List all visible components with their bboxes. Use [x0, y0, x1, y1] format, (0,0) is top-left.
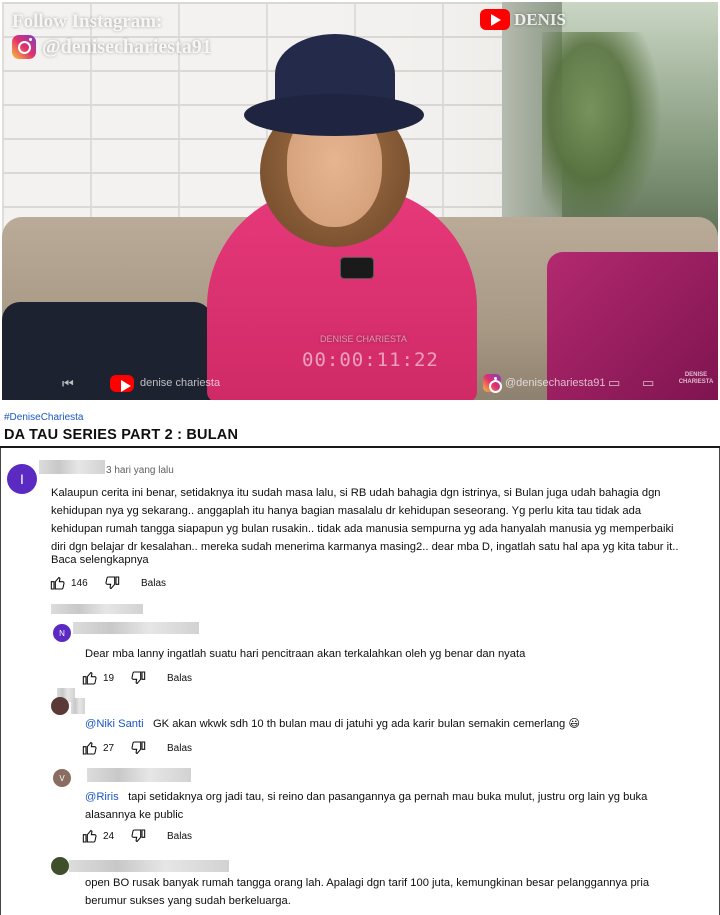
- like-icon[interactable]: [81, 670, 99, 686]
- comment-line: open BO rusak banyak rumah tangga orang …: [85, 877, 650, 889]
- bottom-ig-handle: @denisechariesta91: [505, 377, 606, 389]
- video-controls: ⏮ denise chariesta @denisechariesta91 ▭ …: [2, 370, 718, 400]
- read-more-link[interactable]: Baca selengkapnya: [51, 554, 149, 566]
- like-icon[interactable]: [81, 740, 99, 756]
- comment-line: tapi setidaknya org jadi tau, si reino d…: [128, 791, 648, 803]
- comment-text: open BO rusak banyak rumah tangga orang …: [85, 874, 705, 910]
- comments-section: I 3 hari yang lalu Kalaupun cerita ini b…: [0, 448, 720, 915]
- overlay-follow-text: Follow Instagram:: [12, 11, 163, 32]
- reply-button[interactable]: Balas: [167, 831, 192, 842]
- commenter-name-blurred[interactable]: [87, 768, 191, 782]
- overlay-ig-handle: @denisechariesta91: [42, 36, 212, 58]
- comment-line: diri dgn belajar dr kesalahan.. mereka s…: [51, 541, 679, 553]
- commenter-name-blurred[interactable]: [39, 460, 105, 474]
- avatar[interactable]: V: [53, 769, 71, 787]
- like-icon[interactable]: [49, 575, 67, 591]
- dislike-icon[interactable]: [103, 575, 121, 591]
- watermark-channel: DENISE CHARIESTA: [320, 334, 407, 344]
- overlay-channel-top: DENIS: [514, 10, 566, 29]
- like-count: 24: [103, 830, 115, 842]
- reply-button[interactable]: Balas: [167, 673, 192, 684]
- comment-actions: 146 Balas: [49, 574, 166, 592]
- comment-line: kehidupan rumah tangga siapapun yg bulan…: [51, 523, 674, 535]
- dislike-icon[interactable]: [129, 828, 147, 844]
- instagram-small-icon: [483, 374, 502, 393]
- avatar[interactable]: I: [7, 464, 37, 494]
- commenter-name-blurred[interactable]: [51, 604, 143, 614]
- commenter-name-blurred[interactable]: [69, 860, 229, 872]
- dislike-icon[interactable]: [129, 670, 147, 686]
- comment-line: alasannya ke public: [85, 809, 184, 821]
- avatar[interactable]: [51, 697, 69, 715]
- comment-actions: 24 Balas: [81, 827, 192, 845]
- like-count: 27: [103, 742, 115, 754]
- commenter-name-blurred[interactable]: [71, 698, 85, 714]
- video-background-plant: [542, 32, 662, 232]
- like-icon[interactable]: [81, 828, 99, 844]
- comment-actions: 27 Balas: [81, 739, 192, 757]
- mention-link[interactable]: @Riris: [85, 791, 119, 803]
- bottom-channel-name: denise chariesta: [140, 377, 221, 389]
- fullscreen-icon[interactable]: ▭: [642, 375, 654, 391]
- video-clip-microphone: [340, 257, 374, 279]
- like-count: 146: [71, 577, 88, 589]
- brand-corner-logo: DENISE CHARIESTA: [678, 372, 714, 385]
- video-title: DA TAU SERIES PART 2 : BULAN: [4, 427, 239, 443]
- comment-text: Dear mba lanny ingatlah suatu hari penci…: [85, 645, 705, 663]
- comment-line: Kalaupun cerita ini benar, setidaknya it…: [51, 487, 661, 499]
- comment-line: berumur sukses yang sudah berkeluarga.: [85, 895, 291, 907]
- youtube-small-icon: [110, 375, 134, 392]
- comment-line: Dear mba lanny ingatlah suatu hari penci…: [85, 648, 526, 660]
- comment-timestamp[interactable]: 3 hari yang lalu: [106, 465, 174, 476]
- comment-text: Kalaupun cerita ini benar, setidaknya it…: [51, 484, 711, 556]
- avatar[interactable]: N: [53, 624, 71, 642]
- skip-back-icon[interactable]: ⏮: [62, 376, 74, 392]
- comment-text: @Riris tapi setidaknya org jadi tau, si …: [85, 788, 705, 824]
- settings-icon[interactable]: ▭: [608, 375, 620, 391]
- avatar[interactable]: [51, 857, 69, 875]
- mention-link[interactable]: @Niki Santi: [85, 718, 144, 730]
- reply-button[interactable]: Balas: [141, 578, 166, 589]
- comment-line: GK akan wkwk sdh 10 th bulan mau di jatu…: [152, 718, 581, 730]
- instagram-icon: [12, 35, 36, 59]
- video-hashtag[interactable]: #DeniseChariesta: [4, 412, 84, 423]
- video-timecode: 00:00:11:22: [302, 349, 439, 371]
- video-player[interactable]: Follow Instagram: @denisechariesta91 DEN…: [2, 2, 718, 400]
- like-count: 19: [103, 672, 115, 684]
- video-person-hat-brim: [244, 94, 424, 136]
- comment-actions: 19 Balas: [81, 669, 192, 687]
- reply-button[interactable]: Balas: [167, 743, 192, 754]
- comment-line: kehidupan nya yg sekarang.. anggaplah it…: [51, 505, 642, 517]
- comment-text: @Niki Santi GK akan wkwk sdh 10 th bulan…: [85, 715, 705, 733]
- commenter-name-blurred[interactable]: [73, 622, 199, 634]
- dislike-icon[interactable]: [129, 740, 147, 756]
- youtube-icon: [480, 9, 510, 30]
